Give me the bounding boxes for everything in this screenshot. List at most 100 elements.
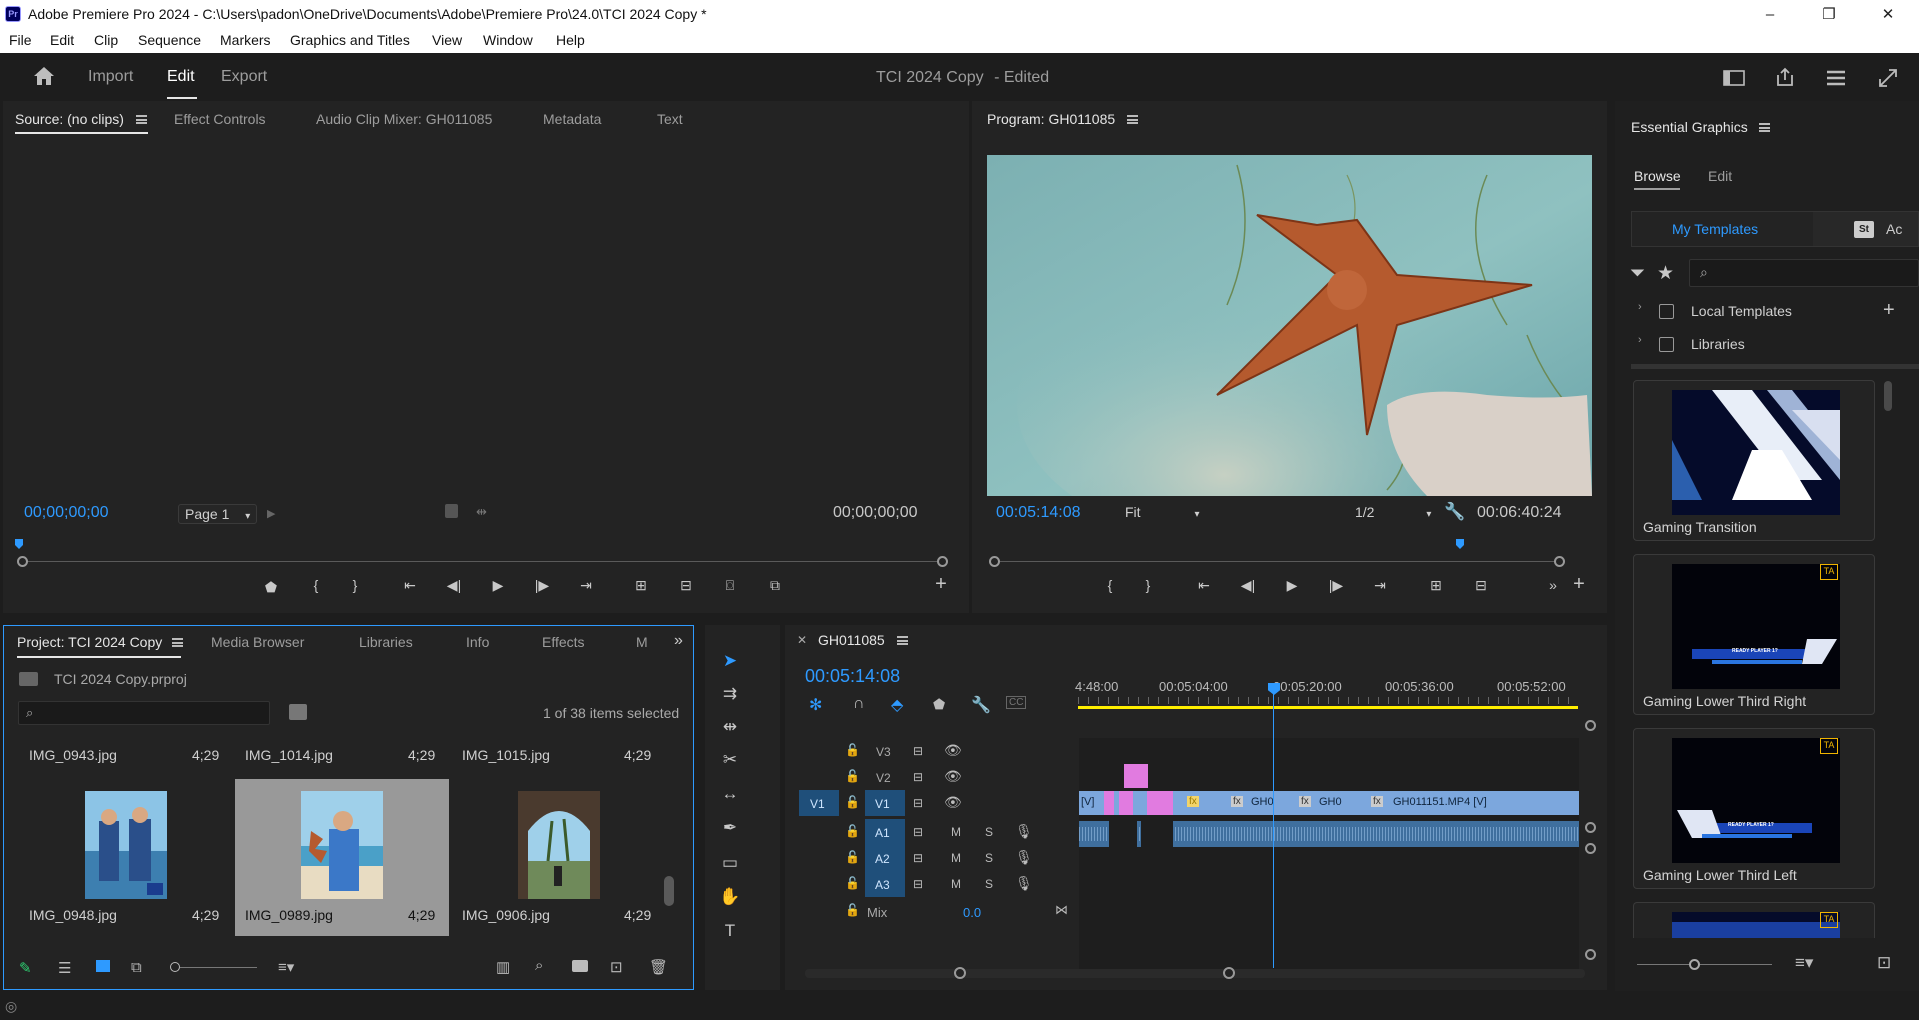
- tab-audio-clip-mixer[interactable]: Audio Clip Mixer: GH011085: [316, 111, 492, 127]
- v2-clip[interactable]: [1124, 764, 1148, 788]
- template-card[interactable]: TA: [1633, 902, 1875, 938]
- fit-select[interactable]: Fit ▾: [1125, 504, 1199, 520]
- project-item-name[interactable]: IMG_0948.jpg: [29, 907, 117, 923]
- program-menu-icon[interactable]: [1127, 115, 1138, 124]
- project-search-input[interactable]: ⌕: [18, 701, 270, 725]
- insert-icon[interactable]: ⊞: [631, 577, 651, 594]
- step-forward-icon[interactable]: |▶: [1326, 577, 1346, 594]
- tab-edit[interactable]: Edit: [167, 68, 195, 86]
- tab-edit-graphics[interactable]: Edit: [1708, 168, 1732, 184]
- list-view-icon[interactable]: ☰: [58, 959, 71, 977]
- track-divider-handle[interactable]: [1585, 843, 1596, 854]
- more-tabs-icon[interactable]: »: [674, 632, 683, 650]
- mark-out-icon[interactable]: }: [345, 577, 365, 593]
- work-area-bar[interactable]: [1078, 706, 1578, 709]
- timeline-vscroll-bottom[interactable]: [1585, 949, 1596, 960]
- mute-button[interactable]: M: [951, 851, 961, 865]
- microphone-icon[interactable]: 🎙: [1015, 875, 1033, 892]
- lock-icon[interactable]: 🔓: [845, 876, 860, 890]
- template-card[interactable]: READY PLAYER 1? TA Gaming Lower Third Ri…: [1633, 554, 1875, 715]
- fullscreen-icon[interactable]: [1877, 67, 1899, 89]
- source-scrub-end[interactable]: [937, 556, 948, 567]
- lock-icon[interactable]: 🔓: [845, 850, 860, 864]
- ripple-edit-tool-icon[interactable]: ⇹: [716, 714, 744, 740]
- v1-pink-clip[interactable]: [1147, 791, 1173, 815]
- lock-icon[interactable]: 🔓: [845, 824, 860, 838]
- source-playhead-icon[interactable]: [15, 539, 23, 549]
- sync-lock-icon[interactable]: ⊟: [913, 770, 923, 784]
- slip-tool-icon[interactable]: ↔: [716, 781, 744, 807]
- templates-scrollbar[interactable]: [1884, 381, 1892, 411]
- razor-tool-icon[interactable]: ✂: [716, 747, 744, 773]
- lock-icon[interactable]: 🔓: [845, 743, 860, 757]
- lock-icon[interactable]: 🔓: [845, 795, 860, 809]
- project-item-name[interactable]: IMG_0989.jpg: [245, 907, 333, 923]
- step-forward-icon[interactable]: |▶: [532, 577, 552, 594]
- icon-view-icon[interactable]: [96, 960, 110, 972]
- new-item-icon[interactable]: ⊡: [1877, 953, 1891, 973]
- tab-media-browser[interactable]: Media Browser: [211, 634, 304, 650]
- menu-file[interactable]: File: [9, 32, 32, 48]
- nest-icon[interactable]: ✻: [809, 695, 822, 715]
- add-template-icon[interactable]: +: [1883, 299, 1895, 322]
- freeform-view-icon[interactable]: ⧉: [131, 959, 142, 976]
- mix-value[interactable]: 0.0: [963, 905, 981, 920]
- eye-icon[interactable]: 👁: [944, 768, 962, 785]
- program-scrub-start[interactable]: [989, 556, 1000, 567]
- type-tool-icon[interactable]: T: [716, 918, 744, 944]
- track-select-tool-icon[interactable]: ⇉: [716, 681, 744, 707]
- timeline-vscroll-top[interactable]: [1585, 720, 1596, 731]
- menu-view[interactable]: View: [432, 32, 462, 48]
- zoom-slider-thumb[interactable]: [170, 962, 180, 972]
- page-select[interactable]: Page 1 ▾: [178, 504, 258, 524]
- star-icon[interactable]: ★: [1657, 262, 1674, 285]
- menu-clip[interactable]: Clip: [94, 32, 118, 48]
- sequence-tab[interactable]: GH011085: [818, 632, 885, 648]
- tab-libraries[interactable]: Libraries: [359, 634, 413, 650]
- local-templates-checkbox[interactable]: [1659, 304, 1674, 319]
- selection-tool-icon[interactable]: ➤: [716, 648, 744, 674]
- mute-button[interactable]: M: [951, 877, 961, 891]
- eye-icon[interactable]: 👁: [944, 742, 962, 759]
- background-tasks-icon[interactable]: ◎: [5, 998, 17, 1015]
- project-item-name[interactable]: IMG_1015.jpg: [462, 747, 550, 763]
- resolution-select[interactable]: 1/2 ▾: [1355, 504, 1431, 520]
- sequence-menu-icon[interactable]: [897, 636, 908, 645]
- panel-layout-icon[interactable]: [1723, 69, 1745, 87]
- pencil-icon[interactable]: ✎: [19, 959, 32, 977]
- step-back-icon[interactable]: ◀|: [444, 577, 464, 594]
- program-title[interactable]: Program: GH011085: [987, 111, 1115, 127]
- close-window-button[interactable]: ✕: [1865, 0, 1911, 29]
- project-menu-icon[interactable]: [172, 638, 183, 647]
- sync-lock-icon[interactable]: ⊟: [913, 825, 923, 839]
- go-to-in-icon[interactable]: ⇤: [400, 577, 420, 594]
- program-playhead-icon[interactable]: [1456, 539, 1464, 549]
- sync-lock-icon[interactable]: ⊟: [913, 744, 923, 758]
- play-icon[interactable]: ▶: [1282, 577, 1302, 594]
- microphone-icon[interactable]: 🎙: [1015, 849, 1033, 866]
- my-templates-tab[interactable]: My Templates: [1632, 212, 1813, 246]
- add-marker-icon[interactable]: ⬟: [933, 696, 945, 713]
- project-item-thumbnail[interactable]: [85, 791, 167, 899]
- menu-window[interactable]: Window: [483, 32, 533, 48]
- libraries-checkbox[interactable]: [1659, 337, 1674, 352]
- new-bin-icon[interactable]: [572, 960, 588, 972]
- export-frame-small-icon[interactable]: [445, 504, 458, 518]
- timeline-hscroll[interactable]: [805, 969, 1585, 978]
- template-card[interactable]: Gaming Transition: [1633, 380, 1875, 541]
- tab-info[interactable]: Info: [466, 634, 489, 650]
- hscroll-handle-left[interactable]: [954, 967, 966, 979]
- share-icon[interactable]: [1774, 66, 1796, 88]
- project-item-name[interactable]: IMG_1014.jpg: [245, 747, 333, 763]
- go-to-out-icon[interactable]: ⇥: [576, 577, 596, 594]
- mark-in-icon[interactable]: {: [306, 577, 326, 593]
- add-button-icon[interactable]: +: [931, 573, 951, 596]
- overwrite-icon[interactable]: ⊟: [676, 577, 696, 594]
- menu-help[interactable]: Help: [556, 32, 585, 48]
- slider-thumb[interactable]: [1689, 959, 1700, 970]
- program-timecode[interactable]: 00:05:14:08: [996, 504, 1081, 522]
- mute-button[interactable]: M: [951, 825, 961, 839]
- program-video-frame[interactable]: [987, 155, 1592, 496]
- tab-import[interactable]: Import: [88, 68, 133, 86]
- collapse-mix-icon[interactable]: ⋈: [1055, 902, 1068, 918]
